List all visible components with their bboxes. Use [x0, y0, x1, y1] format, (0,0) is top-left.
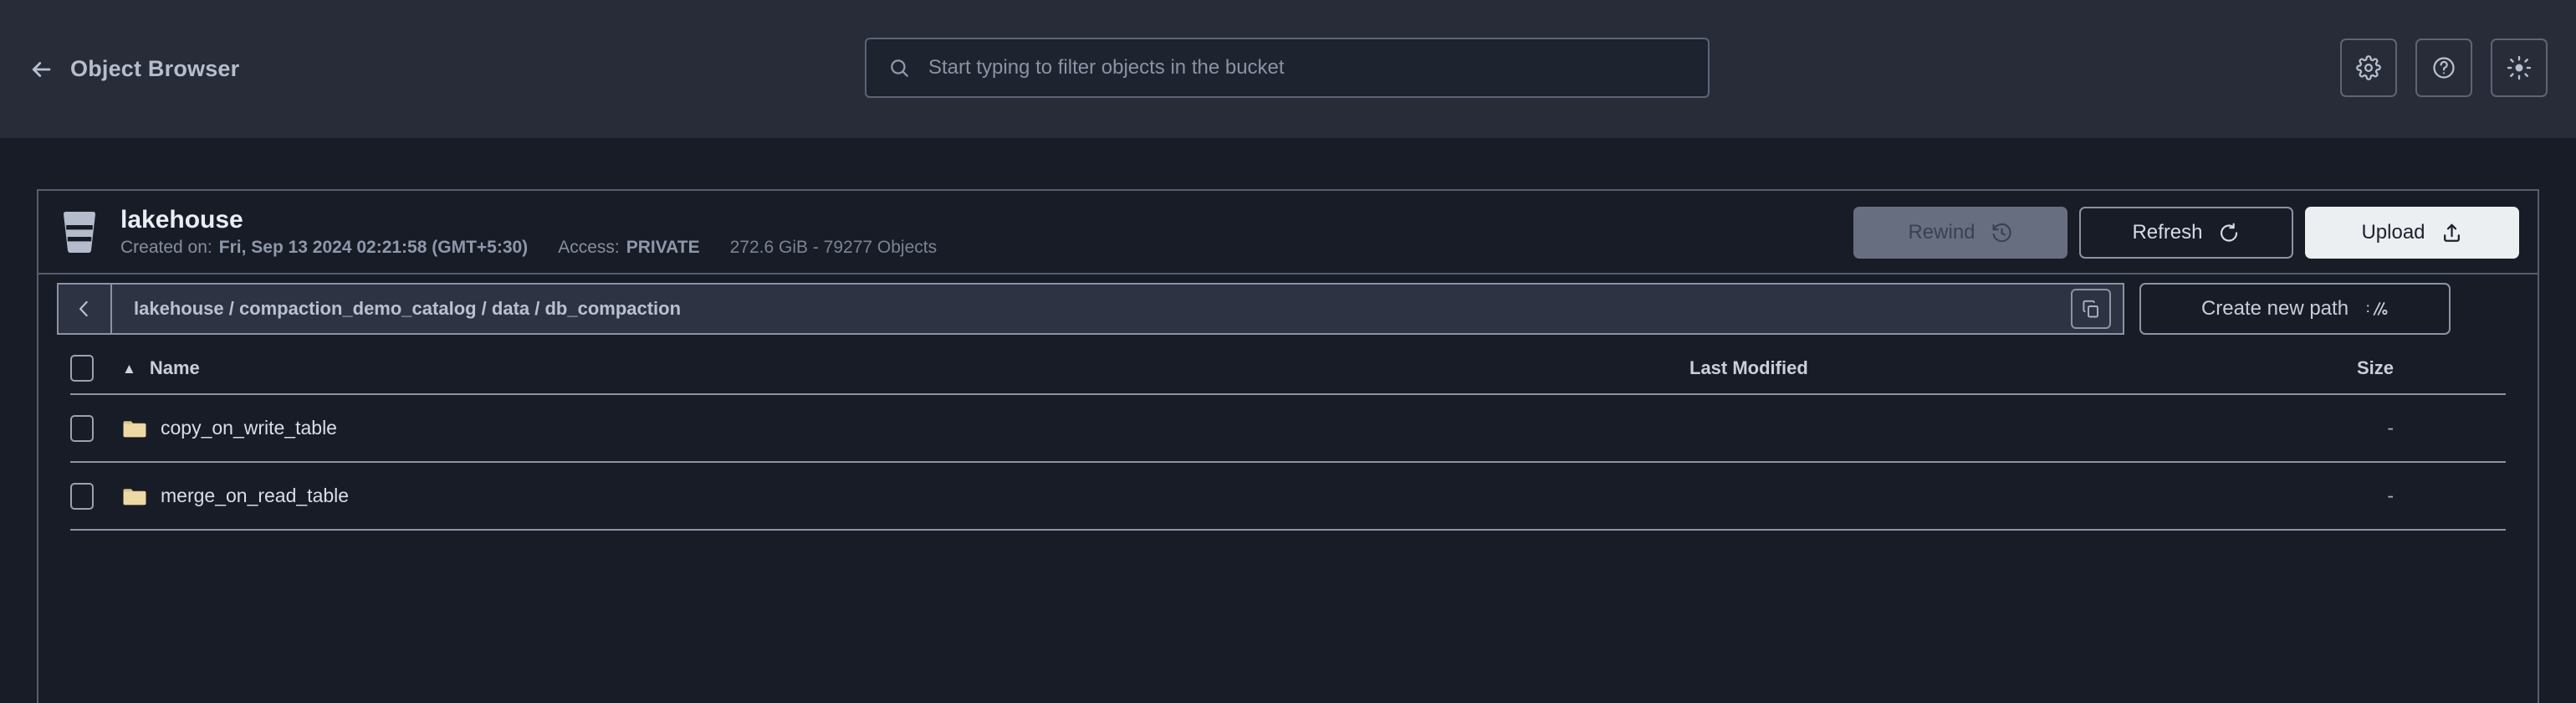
row-size-cell: -	[2233, 417, 2506, 439]
table-header-row: ▲ Name Last Modified Size	[70, 343, 2506, 395]
row-select-cell[interactable]	[70, 414, 122, 442]
search-input[interactable]: Start typing to filter objects in the bu…	[865, 38, 1710, 98]
refresh-icon	[2218, 222, 2241, 244]
gear-icon	[2356, 55, 2381, 80]
row-name: merge_on_read_table	[161, 485, 350, 506]
bucket-action-buttons: Rewind Refresh Upload	[1853, 191, 2519, 275]
access-value: PRIVATE	[626, 238, 700, 257]
sun-icon	[2507, 55, 2532, 80]
select-all-checkbox[interactable]	[70, 355, 94, 382]
table-row[interactable]: merge_on_read_table -	[70, 463, 2506, 531]
created-value: Fri, Sep 13 2024 02:21:58 (GMT+5:30)	[218, 238, 529, 257]
chevron-left-icon	[74, 298, 95, 320]
column-header-name-label: Name	[149, 357, 200, 378]
create-new-path-label: Create new path	[2200, 297, 2349, 320]
bucket-icon	[60, 208, 99, 255]
created-label: Created on:	[120, 238, 212, 257]
sort-ascending-icon: ▲	[122, 360, 136, 377]
select-all-cell[interactable]	[70, 355, 122, 382]
top-actions	[2340, 38, 2548, 97]
table-row[interactable]: copy_on_write_table -	[70, 395, 2506, 463]
breadcrumb-back-button[interactable]	[59, 285, 112, 333]
search-placeholder: Start typing to filter objects in the bu…	[928, 56, 1285, 79]
row-size-cell: -	[2233, 485, 2506, 507]
column-header-size[interactable]: Size	[2233, 357, 2506, 379]
column-header-size-label: Size	[2356, 357, 2394, 378]
bucket-metadata: Created on: Fri, Sep 13 2024 02:21:58 (G…	[120, 239, 937, 256]
top-bar: Object Browser Start typing to filter ob…	[0, 0, 2576, 138]
column-header-last-modified-label: Last Modified	[1689, 357, 1808, 378]
refresh-button-label: Refresh	[2132, 221, 2203, 244]
objects-table: ▲ Name Last Modified Size copy_on_write_…	[38, 343, 2538, 531]
object-browser-panel: lakehouse Created on: Fri, Sep 13 2024 0…	[37, 189, 2539, 703]
question-circle-icon	[2431, 55, 2456, 80]
column-header-last-modified[interactable]: Last Modified	[1689, 357, 2233, 379]
bucket-usage: 272.6 GiB - 79277 Objects	[729, 238, 938, 257]
rewind-button-label: Rewind	[1908, 221, 1975, 244]
refresh-button[interactable]: Refresh	[2079, 207, 2293, 259]
bucket-name: lakehouse	[120, 206, 243, 233]
row-select-cell[interactable]	[70, 482, 122, 510]
search-icon	[888, 57, 910, 79]
row-name: copy_on_write_table	[161, 417, 337, 439]
column-header-name[interactable]: ▲ Name	[122, 357, 1689, 379]
path-slash-icon	[2365, 299, 2389, 319]
bucket-info: lakehouse Created on: Fri, Sep 13 2024 0…	[120, 206, 937, 257]
row-name-cell[interactable]: merge_on_read_table	[122, 485, 1689, 507]
back-nav-group[interactable]: Object Browser	[27, 0, 239, 138]
breadcrumb-row: lakehouse / compaction_demo_catalog / da…	[38, 275, 2538, 343]
rewind-clock-icon	[1991, 222, 2013, 244]
upload-button[interactable]: Upload	[2305, 207, 2519, 259]
row-checkbox[interactable]	[70, 482, 94, 510]
breadcrumb-path[interactable]: lakehouse / compaction_demo_catalog / da…	[112, 298, 2071, 320]
access-label: Access:	[558, 238, 620, 257]
row-size: -	[2387, 485, 2394, 506]
rewind-button[interactable]: Rewind	[1853, 207, 2067, 259]
row-checkbox[interactable]	[70, 414, 94, 442]
upload-icon	[2441, 222, 2463, 244]
breadcrumb: lakehouse / compaction_demo_catalog / da…	[57, 283, 2124, 335]
arrow-left-icon[interactable]	[27, 55, 55, 84]
bucket-header: lakehouse Created on: Fri, Sep 13 2024 0…	[38, 191, 2538, 275]
row-size: -	[2387, 417, 2394, 439]
create-new-path-button[interactable]: Create new path	[2139, 283, 2451, 335]
folder-icon	[122, 418, 147, 439]
upload-button-label: Upload	[2361, 221, 2425, 244]
settings-button[interactable]	[2340, 38, 2397, 97]
help-button[interactable]	[2415, 38, 2472, 97]
row-name-cell[interactable]: copy_on_write_table	[122, 417, 1689, 439]
theme-toggle-button[interactable]	[2491, 38, 2548, 97]
copy-icon	[2081, 299, 2101, 319]
copy-path-button[interactable]	[2071, 289, 2111, 329]
page-title: Object Browser	[70, 56, 240, 81]
folder-icon	[122, 486, 147, 506]
